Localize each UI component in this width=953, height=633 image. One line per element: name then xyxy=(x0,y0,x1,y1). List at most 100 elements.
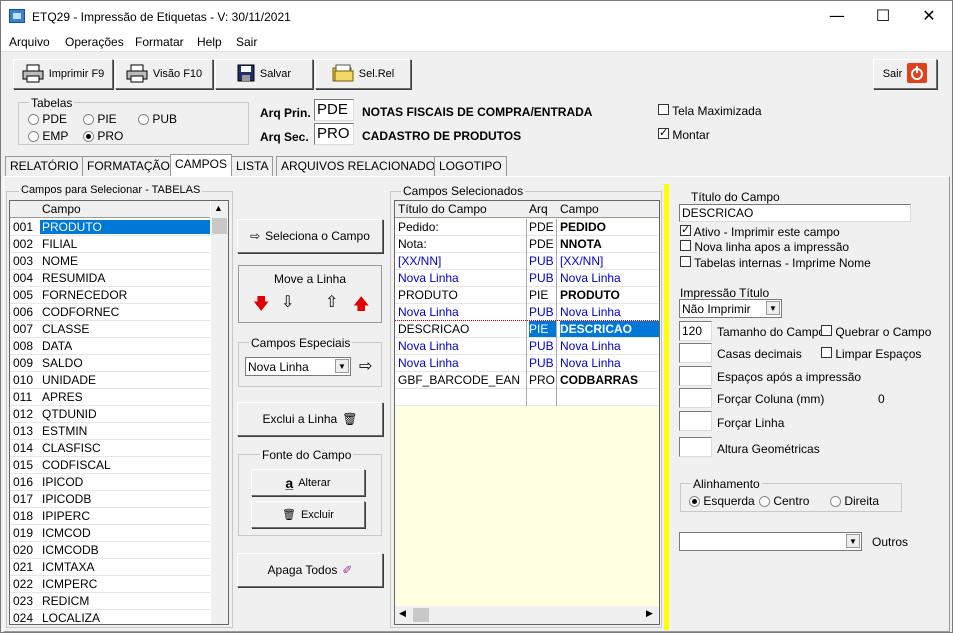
scroll-left-icon[interactable]: ◀ xyxy=(399,608,406,619)
decimals-input[interactable] xyxy=(679,343,712,363)
align-left-option[interactable]: Esquerda xyxy=(689,494,755,508)
size-input[interactable]: 120 xyxy=(679,321,712,341)
close-button[interactable]: ✕ xyxy=(906,1,952,31)
fields-grid[interactable]: Campo 001 PRODUTO 002 FILIAL 003 NOME 004 RESUM… xyxy=(9,200,229,625)
menu-operacoes[interactable]: Operações xyxy=(65,35,124,49)
maximized-checkbox[interactable] xyxy=(658,104,669,115)
clear-spaces-option[interactable]: Limpar Espaços xyxy=(821,347,921,361)
radio-pie[interactable]: PIE xyxy=(83,112,117,126)
radio-pro-dot[interactable] xyxy=(83,131,94,143)
exit-button[interactable]: Sair xyxy=(873,59,937,89)
table-row[interactable]: Nova Linha PUB Nova Linha xyxy=(395,270,659,287)
internal-checkbox[interactable] xyxy=(680,256,691,267)
table-row[interactable]: Nota: PDE NNOTA xyxy=(395,236,659,253)
break-checkbox[interactable] xyxy=(821,325,832,336)
radio-emp-dot[interactable] xyxy=(28,131,39,143)
list-item[interactable]: 020 ICMCODB xyxy=(10,542,210,559)
geo-height-input[interactable] xyxy=(679,437,712,457)
table-row[interactable]: Nova Linha PUB Nova Linha xyxy=(395,304,659,321)
list-item[interactable]: 023 REDICM xyxy=(10,593,210,610)
align-center-option[interactable]: Centro xyxy=(759,494,809,508)
menu-sair[interactable]: Sair xyxy=(236,35,257,49)
radio-pde-dot[interactable] xyxy=(28,114,39,126)
list-item[interactable]: 008 DATA xyxy=(10,338,210,355)
arq-prin-code[interactable]: PDE xyxy=(314,99,354,121)
tab-lista[interactable]: LISTA xyxy=(231,156,274,176)
list-item[interactable]: 010 UNIDADE xyxy=(10,372,210,389)
print-title-combo[interactable]: Não Imprimir ▼ xyxy=(679,299,782,318)
table-row[interactable]: PRODUTO PIE PRODUTO xyxy=(395,287,659,304)
move-down-red-icon[interactable]: 🡇 xyxy=(253,293,269,320)
spaces-after-input[interactable] xyxy=(679,366,712,386)
menu-help[interactable]: Help xyxy=(197,35,222,49)
others-combo[interactable]: ▼ xyxy=(679,532,862,551)
maximize-button[interactable]: ☐ xyxy=(860,1,906,31)
fields-scrollbar[interactable]: ▲ xyxy=(211,201,228,624)
list-item[interactable]: 015 CODFISCAL xyxy=(10,457,210,474)
mount-checkbox[interactable] xyxy=(658,126,669,139)
chevron-down-icon[interactable]: ▼ xyxy=(766,301,780,315)
force-col-input[interactable] xyxy=(679,388,712,408)
align-center-radio[interactable] xyxy=(759,496,770,508)
arq-sec-code[interactable]: PRO xyxy=(314,123,354,145)
clear-all-button[interactable]: Apaga Todos ✐ xyxy=(237,553,383,587)
hscroll-thumb[interactable] xyxy=(413,608,429,622)
radio-pub[interactable]: PUB xyxy=(138,112,177,126)
special-combo[interactable]: Nova Linha ▼ xyxy=(245,357,351,376)
delete-line-button[interactable]: Exclui a Linha 🗑 xyxy=(237,402,383,436)
list-item[interactable]: 001 PRODUTO xyxy=(10,219,210,236)
select-field-button[interactable]: ⇨ Seleciona o Campo xyxy=(237,219,383,253)
list-item[interactable]: 012 QTDUNID xyxy=(10,406,210,423)
list-item[interactable]: 003 NOME xyxy=(10,253,210,270)
list-item[interactable]: 009 SALDO xyxy=(10,355,210,372)
tab-formatacao[interactable]: FORMATAÇÃO xyxy=(82,156,175,176)
title-field-input[interactable]: DESCRICAO xyxy=(679,204,911,222)
tab-arquivos[interactable]: ARQUIVOS RELACIONADOS xyxy=(276,156,449,176)
alter-font-button[interactable]: a̲ Alterar xyxy=(251,469,365,496)
menu-arquivo[interactable]: Arquivo xyxy=(9,35,50,49)
scroll-right-icon[interactable]: ▶ xyxy=(646,608,653,619)
radio-emp[interactable]: EMP xyxy=(28,129,68,143)
menu-formatar[interactable]: Formatar xyxy=(135,35,184,49)
table-row[interactable] xyxy=(395,389,659,406)
list-item[interactable]: 007 CLASSE xyxy=(10,321,210,338)
table-row[interactable]: Pedido: PDE PEDIDO xyxy=(395,219,659,236)
radio-pub-dot[interactable] xyxy=(138,114,149,126)
internal-option[interactable]: Tabelas internas - Imprime Nome xyxy=(680,256,871,270)
tab-campos[interactable]: CAMPOS xyxy=(170,154,233,176)
radio-pro[interactable]: PRO xyxy=(83,129,123,143)
align-right-radio[interactable] xyxy=(830,496,841,508)
minimize-button[interactable]: — xyxy=(814,1,860,31)
mount-option[interactable]: Montar xyxy=(658,126,710,142)
active-checkbox[interactable] xyxy=(680,223,691,236)
table-row[interactable]: Nova Linha PUB Nova Linha xyxy=(395,355,659,372)
list-item[interactable]: 004 RESUMIDA xyxy=(10,270,210,287)
list-item[interactable]: 011 APRES xyxy=(10,389,210,406)
list-item[interactable]: 005 FORNECEDOR xyxy=(10,287,210,304)
chevron-down-icon[interactable]: ▼ xyxy=(846,534,860,548)
table-row[interactable]: [XX/NN] PUB [XX/NN] xyxy=(395,253,659,270)
align-left-radio[interactable] xyxy=(689,496,700,508)
clear-spaces-checkbox[interactable] xyxy=(821,347,832,358)
tab-relatorio[interactable]: RELATÓRIO xyxy=(5,156,84,176)
list-item[interactable]: 013 ESTMIN xyxy=(10,423,210,440)
scroll-thumb[interactable] xyxy=(212,218,227,234)
list-item[interactable]: 017 IPICODB xyxy=(10,491,210,508)
selrel-button[interactable]: Sel.Rel xyxy=(315,59,411,89)
active-option[interactable]: Ativo - Imprimir este campo xyxy=(680,223,840,239)
list-item[interactable]: 014 CLASFISC xyxy=(10,440,210,457)
tab-logotipo[interactable]: LOGOTIPO xyxy=(434,156,507,176)
selected-hscroll[interactable]: ◀ ▶ xyxy=(395,606,659,624)
list-item[interactable]: 022 ICMPERC xyxy=(10,576,210,593)
table-row[interactable]: GBF_BARCODE_EAN PRO CODBARRAS xyxy=(395,372,659,389)
scroll-up-icon[interactable]: ▲ xyxy=(214,203,223,213)
print-button[interactable]: Imprimir F9 xyxy=(13,59,113,89)
move-up-red-icon[interactable]: 🡅 xyxy=(353,293,369,320)
radio-pie-dot[interactable] xyxy=(83,114,94,126)
save-button[interactable]: Salvar xyxy=(215,59,313,89)
list-item[interactable]: 021 ICMTAXA xyxy=(10,559,210,576)
list-item[interactable]: 016 IPICOD xyxy=(10,474,210,491)
list-item[interactable]: 002 FILIAL xyxy=(10,236,210,253)
newline-checkbox[interactable] xyxy=(680,240,691,251)
radio-pde[interactable]: PDE xyxy=(28,112,67,126)
